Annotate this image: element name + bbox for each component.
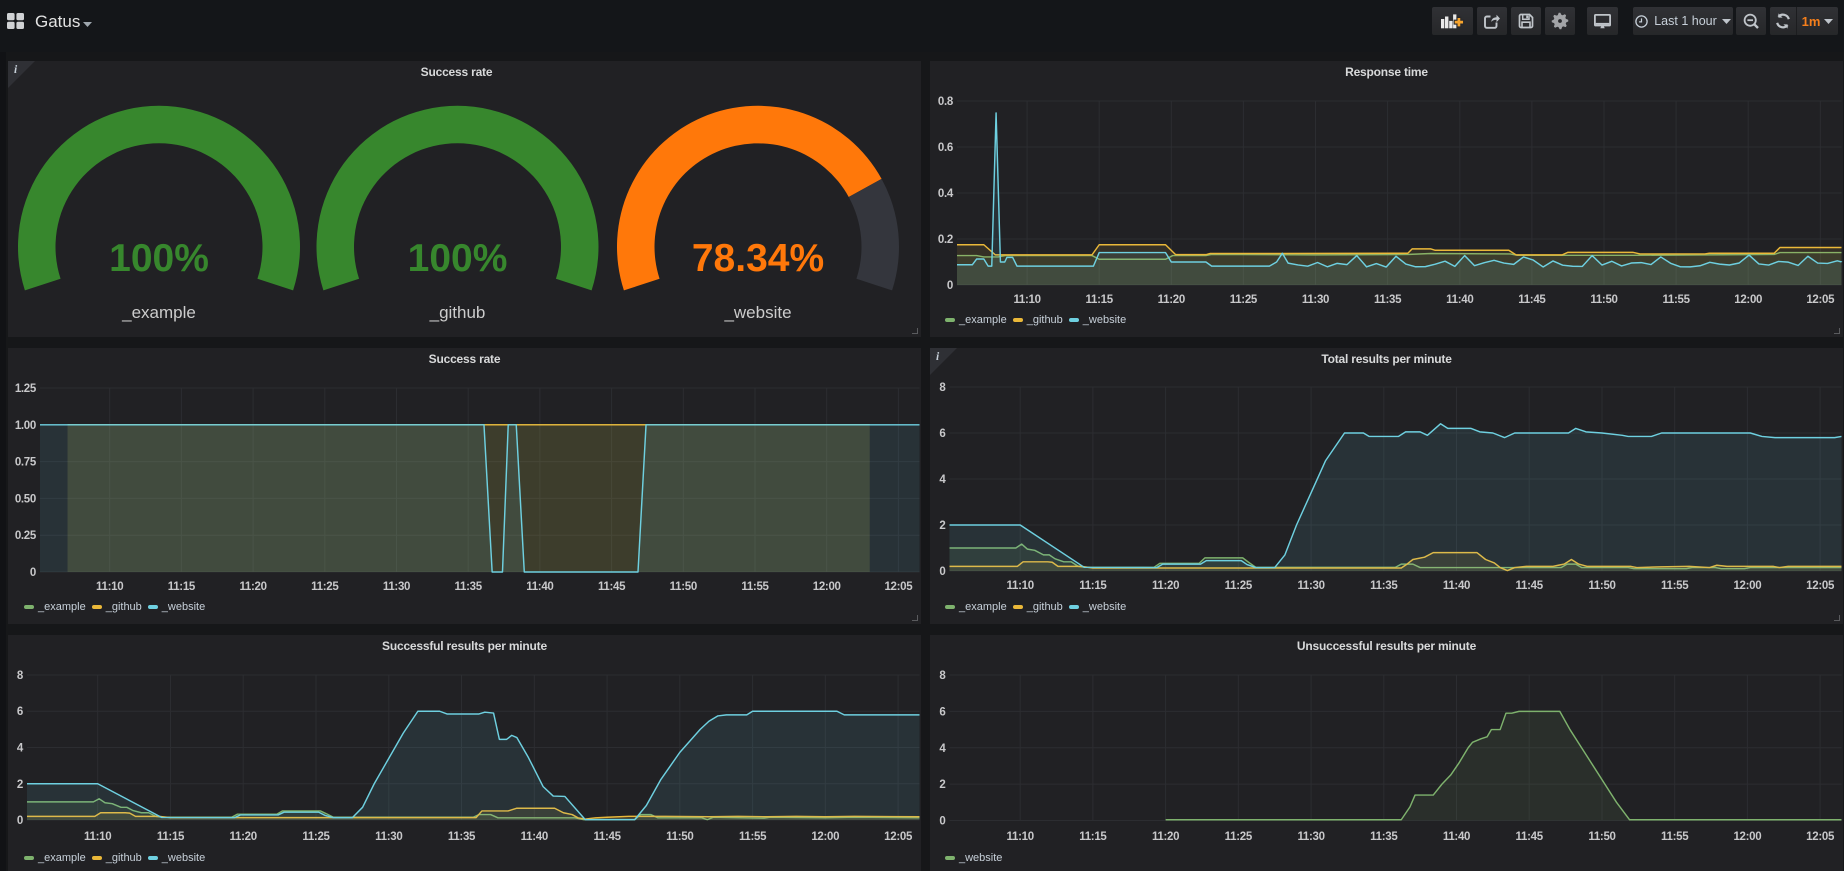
svg-text:4: 4 <box>17 743 24 755</box>
svg-text:12:05: 12:05 <box>1806 831 1835 843</box>
svg-text:11:30: 11:30 <box>383 581 410 593</box>
svg-text:1.25: 1.25 <box>15 383 37 395</box>
svg-text:12:05: 12:05 <box>1806 580 1835 592</box>
svg-text:11:40: 11:40 <box>526 581 553 593</box>
svg-text:0.8: 0.8 <box>938 96 954 108</box>
svg-text:11:30: 11:30 <box>1297 580 1324 592</box>
svg-text:11:50: 11:50 <box>666 831 693 843</box>
svg-text:11:55: 11:55 <box>741 581 769 593</box>
svg-text:8: 8 <box>939 382 946 394</box>
svg-text:12:00: 12:00 <box>813 581 841 593</box>
svg-text:11:45: 11:45 <box>593 831 621 843</box>
svg-text:11:10: 11:10 <box>96 581 123 593</box>
svg-text:11:15: 11:15 <box>168 581 196 593</box>
svg-text:11:20: 11:20 <box>230 831 257 843</box>
svg-text:11:55: 11:55 <box>739 831 767 843</box>
svg-text:8: 8 <box>17 670 24 682</box>
svg-text:8: 8 <box>939 670 946 682</box>
svg-text:11:30: 11:30 <box>1297 831 1324 843</box>
svg-text:11:50: 11:50 <box>670 581 697 593</box>
svg-text:0.4: 0.4 <box>938 188 954 200</box>
svg-text:11:25: 11:25 <box>1225 580 1253 592</box>
svg-text:11:15: 11:15 <box>157 831 185 843</box>
svg-text:11:25: 11:25 <box>302 831 330 843</box>
svg-text:0: 0 <box>939 816 945 828</box>
svg-text:1.00: 1.00 <box>15 420 36 432</box>
svg-text:11:35: 11:35 <box>1374 294 1402 306</box>
svg-text:12:00: 12:00 <box>811 831 839 843</box>
svg-text:11:35: 11:35 <box>1370 580 1398 592</box>
svg-text:4: 4 <box>939 474 946 486</box>
svg-text:11:10: 11:10 <box>1007 831 1034 843</box>
svg-text:11:35: 11:35 <box>1370 831 1398 843</box>
svg-text:2: 2 <box>939 520 945 532</box>
svg-text:11:55: 11:55 <box>1661 831 1689 843</box>
svg-text:11:35: 11:35 <box>455 581 483 593</box>
svg-text:11:40: 11:40 <box>1443 831 1470 843</box>
svg-text:11:15: 11:15 <box>1079 580 1107 592</box>
svg-text:0.6: 0.6 <box>938 142 953 154</box>
svg-text:2: 2 <box>939 779 945 791</box>
svg-text:0.50: 0.50 <box>15 493 36 505</box>
svg-text:11:45: 11:45 <box>1518 294 1546 306</box>
svg-text:11:20: 11:20 <box>239 581 266 593</box>
svg-text:11:25: 11:25 <box>311 581 339 593</box>
svg-text:12:00: 12:00 <box>1733 580 1761 592</box>
svg-text:0: 0 <box>939 566 945 578</box>
svg-text:11:45: 11:45 <box>1516 831 1544 843</box>
svg-text:11:55: 11:55 <box>1661 580 1689 592</box>
svg-text:11:45: 11:45 <box>1516 580 1544 592</box>
svg-text:11:40: 11:40 <box>521 831 548 843</box>
svg-text:6: 6 <box>939 706 945 718</box>
svg-text:0.2: 0.2 <box>938 234 953 246</box>
svg-text:11:40: 11:40 <box>1443 580 1470 592</box>
svg-text:12:00: 12:00 <box>1734 294 1762 306</box>
svg-text:11:35: 11:35 <box>448 831 476 843</box>
svg-text:4: 4 <box>939 743 946 755</box>
svg-text:0.25: 0.25 <box>15 530 37 542</box>
svg-text:12:05: 12:05 <box>884 831 913 843</box>
svg-text:0.75: 0.75 <box>15 457 37 469</box>
svg-text:11:15: 11:15 <box>1079 831 1107 843</box>
svg-text:2: 2 <box>17 779 23 791</box>
svg-text:11:40: 11:40 <box>1446 294 1473 306</box>
svg-text:0: 0 <box>947 280 953 292</box>
svg-text:11:50: 11:50 <box>1590 294 1617 306</box>
svg-text:11:20: 11:20 <box>1152 580 1179 592</box>
svg-text:11:20: 11:20 <box>1158 294 1185 306</box>
svg-text:6: 6 <box>17 706 23 718</box>
svg-text:11:45: 11:45 <box>598 581 626 593</box>
svg-text:11:10: 11:10 <box>1013 294 1040 306</box>
svg-text:12:00: 12:00 <box>1733 831 1761 843</box>
svg-text:11:25: 11:25 <box>1225 831 1253 843</box>
svg-text:11:25: 11:25 <box>1230 294 1258 306</box>
svg-text:11:50: 11:50 <box>1588 580 1615 592</box>
svg-text:11:15: 11:15 <box>1086 294 1114 306</box>
svg-text:11:50: 11:50 <box>1588 831 1615 843</box>
svg-text:11:10: 11:10 <box>1007 580 1034 592</box>
svg-text:11:10: 11:10 <box>84 831 111 843</box>
svg-text:11:30: 11:30 <box>1302 294 1329 306</box>
svg-text:11:55: 11:55 <box>1662 294 1690 306</box>
svg-text:12:05: 12:05 <box>884 581 913 593</box>
svg-text:6: 6 <box>939 428 945 440</box>
svg-text:11:20: 11:20 <box>1152 831 1179 843</box>
svg-text:0: 0 <box>17 815 23 827</box>
svg-text:12:05: 12:05 <box>1806 294 1835 306</box>
svg-text:0: 0 <box>30 567 36 579</box>
svg-text:11:30: 11:30 <box>375 831 402 843</box>
